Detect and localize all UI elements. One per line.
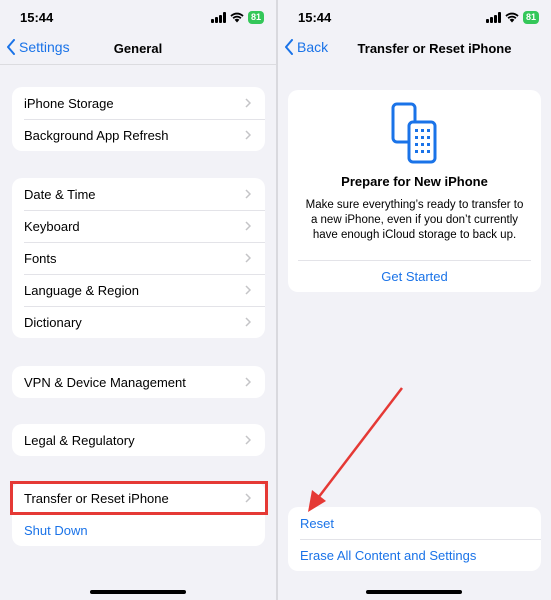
settings-row-legal-regulatory[interactable]: Legal & Regulatory [12, 424, 265, 456]
settings-row-dictionary[interactable]: Dictionary [12, 306, 265, 338]
shut-down-button[interactable]: Shut Down [12, 514, 265, 546]
home-indicator [90, 590, 186, 594]
card-title: Prepare for New iPhone [341, 174, 488, 189]
row-label: Language & Region [24, 282, 139, 298]
status-icons: 81 [485, 11, 539, 24]
chevron-right-icon [245, 377, 251, 387]
row-label: Date & Time [24, 186, 96, 202]
chevron-right-icon [245, 98, 251, 108]
erase-all-content-button[interactable]: Erase All Content and Settings [288, 539, 541, 571]
settings-row-language-region[interactable]: Language & Region [12, 274, 265, 306]
settings-row-fonts[interactable]: Fonts [12, 242, 265, 274]
battery-indicator: 81 [247, 11, 264, 24]
annotation-arrow [308, 387, 403, 512]
signal-icon [485, 12, 501, 23]
card-description: Make sure everything’s ready to transfer… [305, 199, 524, 241]
nav-bar: Settings General [0, 36, 276, 62]
home-indicator [366, 590, 462, 594]
row-label: Erase All Content and Settings [300, 547, 477, 563]
status-bar: 15:44 81 [278, 10, 551, 26]
chevron-right-icon [245, 317, 251, 327]
highlight-box [10, 481, 268, 515]
settings-row-background-app-refresh[interactable]: Background App Refresh [12, 119, 265, 151]
row-label: Fonts [24, 250, 57, 266]
status-time: 15:44 [298, 10, 332, 25]
chevron-right-icon [245, 253, 251, 263]
chevron-right-icon [245, 130, 251, 140]
settings-group-storage: iPhone Storage Background App Refresh [12, 87, 265, 151]
get-started-button[interactable]: Get Started [288, 269, 541, 284]
settings-row-date-time[interactable]: Date & Time [12, 178, 265, 210]
row-label: Legal & Regulatory [24, 432, 135, 448]
battery-indicator: 81 [522, 11, 539, 24]
wifi-icon [230, 12, 244, 23]
row-label: Shut Down [24, 522, 88, 538]
chevron-right-icon [245, 189, 251, 199]
nav-divider [0, 64, 276, 65]
prepare-new-iphone-card: Prepare for New iPhone Make sure everyth… [288, 90, 541, 292]
settings-row-iphone-storage[interactable]: iPhone Storage [12, 87, 265, 119]
status-icons: 81 [210, 11, 264, 24]
page-title: General [113, 41, 163, 56]
transfer-phones-icon [391, 102, 437, 164]
chevron-left-icon [285, 39, 293, 55]
status-time: 15:44 [20, 10, 54, 25]
chevron-right-icon [245, 435, 251, 445]
row-label: Dictionary [24, 314, 82, 330]
page-title: Transfer or Reset iPhone [357, 41, 512, 56]
row-label: Keyboard [24, 218, 80, 234]
chevron-right-icon [245, 221, 251, 231]
chevron-right-icon [245, 285, 251, 295]
card-divider [298, 260, 531, 261]
settings-row-vpn-device-management[interactable]: VPN & Device Management [12, 366, 265, 398]
settings-group-legal: Legal & Regulatory [12, 424, 265, 456]
wifi-icon [505, 12, 519, 23]
row-label: Background App Refresh [24, 127, 169, 143]
nav-bar: Back Transfer or Reset iPhone [278, 36, 551, 62]
signal-icon [210, 12, 226, 23]
settings-row-keyboard[interactable]: Keyboard [12, 210, 265, 242]
row-label: VPN & Device Management [24, 374, 186, 390]
settings-group-locale: Date & Time Keyboard Fonts Language & Re… [12, 178, 265, 338]
general-settings-screen: 15:44 81 Settings General iPhone Storage… [0, 0, 276, 600]
status-bar: 15:44 81 [0, 10, 276, 26]
settings-group-vpn: VPN & Device Management [12, 366, 265, 398]
row-label: iPhone Storage [24, 95, 114, 111]
